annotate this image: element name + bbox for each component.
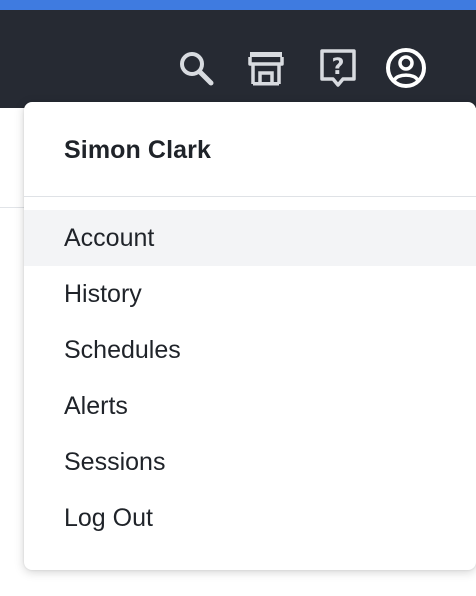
help-icon[interactable]: ? [314,44,362,92]
menu-item-sessions[interactable]: Sessions [24,434,476,490]
menu-item-account[interactable]: Account [24,210,476,266]
menu-item-log-out[interactable]: Log Out [24,490,476,546]
menu-item-history[interactable]: History [24,266,476,322]
account-dropdown-menu: Simon Clark Account History Schedules Al… [24,102,476,570]
menu-item-schedules[interactable]: Schedules [24,322,476,378]
store-icon[interactable] [242,44,290,92]
account-icon[interactable] [382,44,430,92]
top-navigation-bar: ? [0,10,476,108]
dropdown-menu-list: Account History Schedules Alerts Session… [24,210,476,546]
top-accent-bar [0,0,476,10]
menu-item-alerts[interactable]: Alerts [24,378,476,434]
dropdown-divider [24,196,476,197]
search-icon[interactable] [172,44,220,92]
svg-text:?: ? [332,55,345,80]
user-name: Simon Clark [64,136,211,164]
